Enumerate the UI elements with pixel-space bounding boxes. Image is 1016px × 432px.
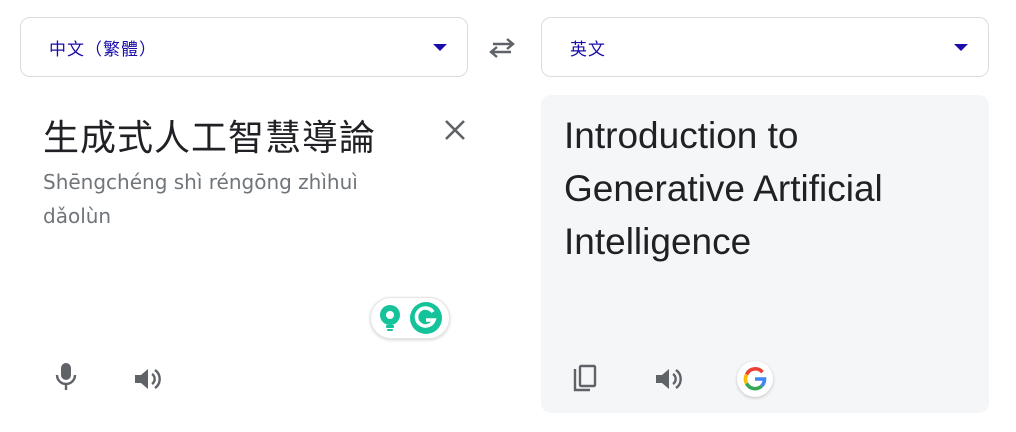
google-g-icon	[743, 367, 767, 391]
target-language-select[interactable]: 英文	[541, 17, 989, 77]
google-search-button[interactable]	[735, 359, 775, 399]
source-language-label: 中文（繁體）	[49, 39, 157, 60]
microphone-icon	[55, 363, 77, 390]
swap-languages-icon	[489, 38, 515, 58]
source-panel: 生成式人工智慧導論 Shēngchéng shì réngōng zhìhuì …	[20, 95, 468, 413]
source-romanization: Shēngchéng shì réngōng zhìhuì dǎolùn	[43, 170, 358, 228]
translation-output: Introduction to Generative Artificial In…	[564, 115, 883, 262]
grammarly-widget[interactable]	[370, 297, 450, 339]
target-listen-button[interactable]	[649, 359, 689, 399]
target-panel: Introduction to Generative Artificial In…	[541, 95, 989, 413]
close-icon	[445, 120, 465, 140]
copy-translation-button[interactable]	[565, 359, 605, 399]
source-language-select[interactable]: 中文（繁體）	[20, 17, 468, 77]
grammarly-icon	[410, 302, 442, 334]
chevron-down-icon	[954, 43, 968, 51]
chevron-down-icon	[433, 43, 447, 51]
translate-widget: 中文（繁體） 英文 生成式人工智慧導論 Shēngchéng shì réngō…	[0, 0, 1016, 432]
source-listen-button[interactable]	[128, 359, 168, 399]
speaker-icon	[656, 369, 682, 389]
microphone-button[interactable]	[46, 357, 86, 397]
google-badge	[737, 361, 773, 397]
clear-source-button[interactable]	[440, 115, 470, 145]
copy-icon	[573, 364, 597, 392]
source-text-input[interactable]: 生成式人工智慧導論	[43, 109, 376, 161]
swap-languages-button[interactable]	[484, 30, 520, 66]
lightbulb-icon	[380, 305, 400, 331]
target-language-label: 英文	[570, 39, 606, 60]
speaker-icon	[135, 369, 161, 389]
